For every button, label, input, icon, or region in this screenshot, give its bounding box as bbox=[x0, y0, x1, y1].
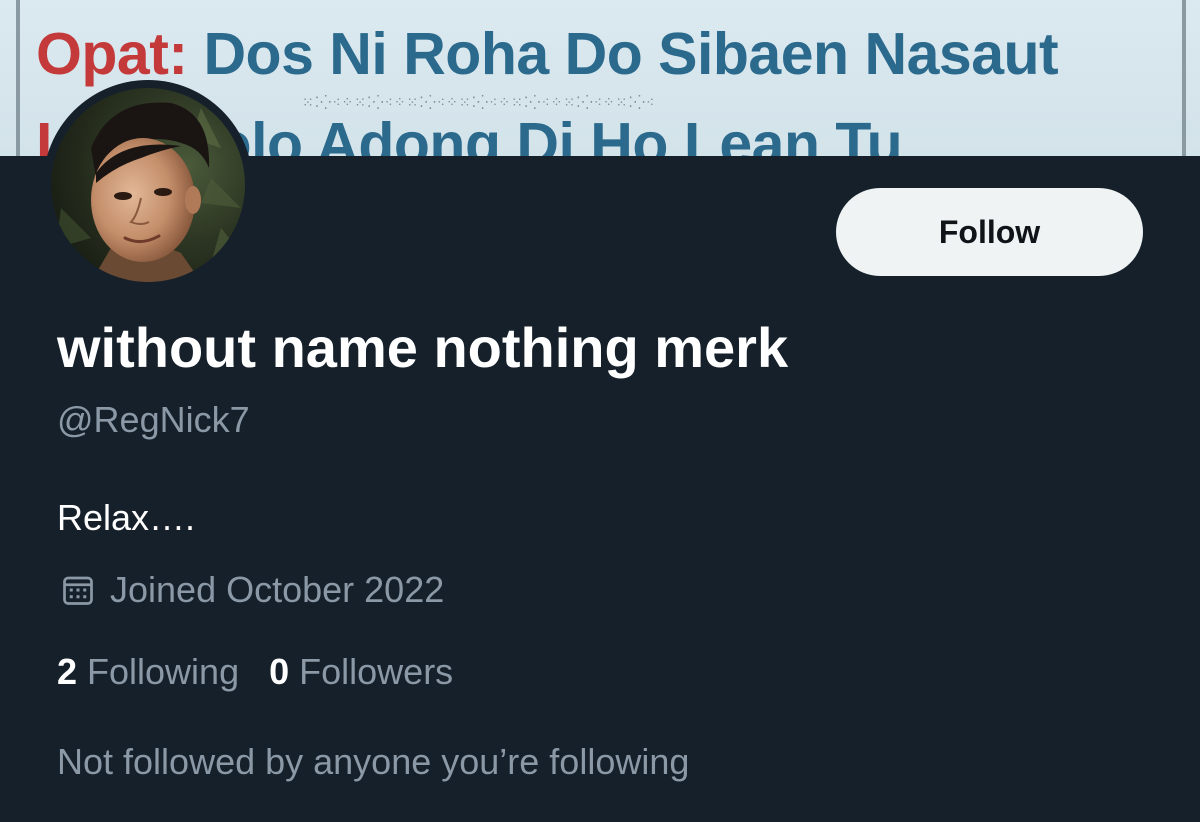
calendar-icon bbox=[60, 572, 96, 608]
banner-line-1-rest: Dos Ni Roha Do Sibaen Nasaut bbox=[203, 21, 1059, 87]
profile-handle: @RegNick7 bbox=[57, 399, 250, 440]
following-label: Following bbox=[87, 651, 240, 692]
following-count: 2 bbox=[57, 651, 78, 692]
follow-stats: 2 Following 0 Followers bbox=[57, 650, 453, 694]
joined-date-text: Joined October 2022 bbox=[110, 569, 445, 610]
avatar[interactable] bbox=[43, 80, 253, 290]
followers-link[interactable]: 0 Followers bbox=[269, 650, 453, 694]
banner-text-line-1: Opat: Dos Ni Roha Do Sibaen Nasaut bbox=[36, 18, 1059, 90]
following-link[interactable]: 2 Following bbox=[57, 650, 239, 694]
mutual-followers-note: Not followed by anyone you’re following bbox=[57, 741, 690, 782]
joined-date-row: Joined October 2022 bbox=[60, 566, 444, 614]
followers-label: Followers bbox=[299, 651, 454, 692]
banner-line-1-lead: Opat: bbox=[36, 21, 188, 87]
followers-count: 0 bbox=[269, 651, 290, 692]
banner-line-2-rest: Molo Adong Di Ho Lean Tu bbox=[166, 111, 903, 156]
avatar-photo bbox=[51, 88, 245, 282]
profile-display-name: without name nothing merk bbox=[57, 316, 789, 379]
profile-bio: Relax…. bbox=[57, 497, 196, 538]
follow-button[interactable]: Follow bbox=[836, 188, 1143, 276]
